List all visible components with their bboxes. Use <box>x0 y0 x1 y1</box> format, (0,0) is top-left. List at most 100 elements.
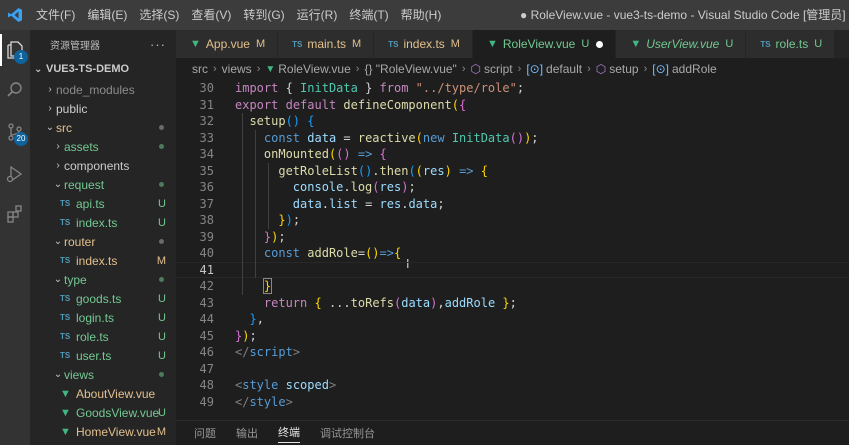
git-status-badge: U <box>158 216 166 229</box>
tree-item[interactable]: › components <box>30 156 176 175</box>
chevron-right-icon: › <box>56 160 60 171</box>
menu-item[interactable]: 文件(F) <box>30 0 81 30</box>
symbol-variable-icon: [⊙] <box>652 62 669 76</box>
line-number: 35 <box>199 163 214 178</box>
code-token: ; <box>509 295 517 310</box>
tree-item[interactable]: TS role.ts U <box>30 327 176 346</box>
tree-item[interactable]: › assets <box>30 137 176 156</box>
menu-item[interactable]: 终端(T) <box>343 0 394 30</box>
breadcrumb-separator-icon: › <box>517 63 522 75</box>
tree-item[interactable]: ▼ HomeView.vue M <box>30 422 176 441</box>
tree-item[interactable]: › public <box>30 99 176 118</box>
menu-item[interactable]: 运行(R) <box>291 0 344 30</box>
code-token: ( <box>451 97 460 112</box>
code-token: () <box>336 147 351 162</box>
vue-file-icon: ▼ <box>60 425 71 438</box>
tree-item[interactable]: TS index.ts M <box>30 251 176 270</box>
symbol-icon: ⬡ <box>470 62 481 76</box>
explorer-title: 资源管理器 <box>50 40 100 52</box>
vue-file-icon: ▼ <box>265 63 276 75</box>
panel-tab[interactable]: 输出 <box>236 425 258 441</box>
menu-item[interactable]: 查看(V) <box>185 0 237 30</box>
tree-item[interactable]: ▼ GoodsView.vue U <box>30 403 176 422</box>
code-line: 37 data.list = res.data; <box>176 196 849 213</box>
breadcrumb-item[interactable]: src <box>192 62 208 76</box>
tree-item-label: index.ts <box>76 253 118 268</box>
breadcrumb-item[interactable]: RoleView.vue <box>278 62 351 76</box>
menu-item[interactable]: 转到(G) <box>237 0 290 30</box>
line-code: console.log(res); <box>235 180 416 194</box>
code-token: res <box>422 163 445 178</box>
indent-guide <box>242 113 243 295</box>
tree-item-label: components <box>64 158 130 173</box>
tree-item[interactable]: TS index.ts U <box>30 213 176 232</box>
tree-item[interactable]: TS goods.ts U <box>30 289 176 308</box>
line-code: <style scoped> <box>235 378 336 392</box>
code-line: 49 </style> <box>176 394 849 411</box>
tab-label: RoleView.vue <box>502 37 576 51</box>
git-status-badge: U <box>158 349 166 362</box>
code-token: ( <box>372 180 380 195</box>
search-icon[interactable] <box>0 70 30 110</box>
tree-item-label: goods.ts <box>76 291 122 306</box>
tree-item-label: router <box>64 234 96 249</box>
breadcrumb-item[interactable]: views <box>222 62 252 76</box>
run-debug-icon[interactable] <box>0 154 30 194</box>
vscode-logo-icon <box>0 0 30 30</box>
vue-file-icon: ▼ <box>630 38 642 50</box>
menu-item[interactable]: 编辑(E) <box>81 0 133 30</box>
tree-item[interactable]: TS api.ts U <box>30 194 176 213</box>
editor-tab[interactable]: ▼ RoleView.vue U <box>472 30 617 58</box>
tree-item[interactable]: ⌄ request <box>30 175 176 194</box>
typescript-file-icon: TS <box>60 313 71 322</box>
code-token: ; <box>437 196 445 211</box>
line-number: 41 <box>199 262 214 277</box>
tree-item[interactable]: ▼ AboutView.vue <box>30 384 176 403</box>
code-line: 41 <box>176 261 849 278</box>
breadcrumb-item[interactable]: default <box>546 62 582 76</box>
breadcrumb-item[interactable]: setup <box>609 62 638 76</box>
panel-tab[interactable]: 终端 <box>278 424 300 443</box>
breadcrumb-item[interactable]: script <box>484 62 513 76</box>
breadcrumb-item[interactable]: addRole <box>672 62 717 76</box>
source-control-badge: 20 <box>14 132 28 146</box>
tree-item[interactable]: ⌄ src <box>30 118 176 137</box>
editor-tab[interactable]: TS index.ts M <box>374 30 473 58</box>
tree-item[interactable]: ⌄ type <box>30 270 176 289</box>
extensions-icon[interactable] <box>0 194 30 234</box>
panel-tab[interactable]: 调试控制台 <box>320 425 375 441</box>
more-actions-icon[interactable]: ··· <box>150 37 166 52</box>
typescript-file-icon: TS <box>760 39 771 49</box>
project-section[interactable]: ⌄ VUE3-TS-DEMO <box>30 58 176 80</box>
code-token: } <box>262 278 273 295</box>
code-token: ( <box>415 130 423 145</box>
editor-tab[interactable]: ▼ UserView.vue U <box>616 30 747 58</box>
editor-tab[interactable]: TS role.ts U <box>746 30 836 58</box>
breadcrumb-item[interactable]: {} "RoleView.vue" <box>364 62 456 76</box>
tree-item[interactable]: ⌄ views <box>30 365 176 384</box>
tree-item[interactable]: › node_modules <box>30 80 176 99</box>
line-code: } <box>235 278 273 295</box>
line-code: const data = reactive(new InitData()); <box>235 131 539 145</box>
tree-item[interactable]: TS user.ts U <box>30 346 176 365</box>
unsaved-dot-icon[interactable] <box>596 40 604 48</box>
tab-git-status: U <box>581 38 590 50</box>
explorer-icon[interactable]: 1 <box>0 30 30 70</box>
tree-item-label: index.ts <box>76 215 118 230</box>
code-token: data <box>307 130 337 145</box>
tree-item[interactable]: TS login.ts U <box>30 308 176 327</box>
chevron-down-icon: ⌄ <box>53 179 63 190</box>
tree-item[interactable]: ⌄ router <box>30 232 176 251</box>
editor-tab[interactable]: ▼ App.vue M <box>176 30 279 58</box>
code-editor[interactable]: I 30 import { InitData } from "../type/ro… <box>176 80 849 420</box>
menu-item[interactable]: 选择(S) <box>133 0 185 30</box>
line-number: 31 <box>199 97 214 112</box>
editor-tab[interactable]: TS main.ts M <box>278 30 375 58</box>
code-token: > <box>292 345 301 360</box>
typescript-file-icon: TS <box>292 39 303 49</box>
menu-item[interactable]: 帮助(H) <box>395 0 448 30</box>
panel-tab[interactable]: 问题 <box>194 425 216 441</box>
typescript-file-icon: TS <box>60 351 71 360</box>
source-control-icon[interactable]: 20 <box>0 112 30 152</box>
